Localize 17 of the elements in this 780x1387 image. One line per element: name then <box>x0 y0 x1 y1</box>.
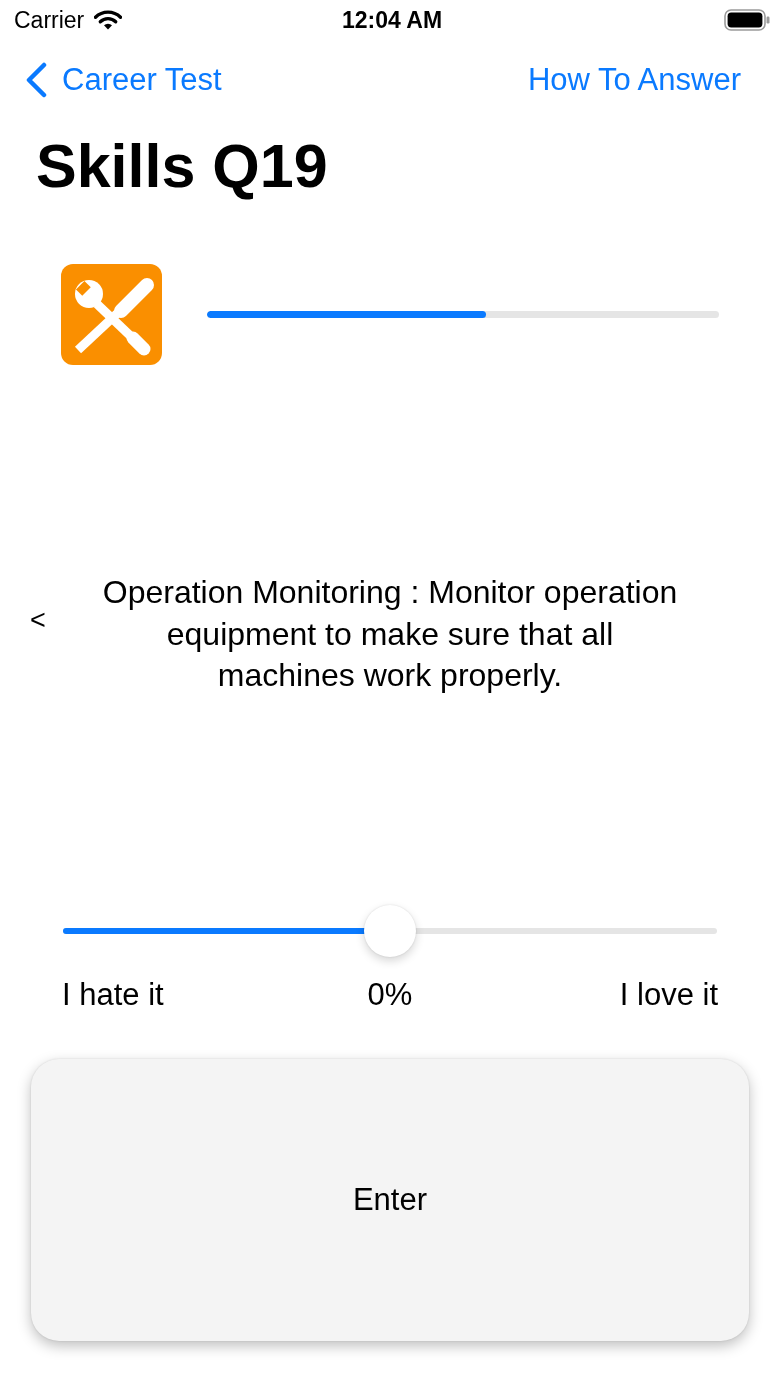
back-button[interactable]: Career Test <box>25 62 222 98</box>
max-label-text: I love it <box>619 976 718 1013</box>
wifi-icon <box>94 10 123 30</box>
time-text: 12:04 AM <box>341 6 443 34</box>
question-text: Operation Monitoring : Monitor operation equipment to make sure that all machines work properly. <box>101 573 679 695</box>
how-to-answer-link[interactable]: How To Answer <box>527 62 741 98</box>
rating-slider[interactable] <box>63 904 717 957</box>
enter-button[interactable]: Enter <box>31 1058 749 1341</box>
carrier-text: Carrier <box>14 6 85 34</box>
value-text: 0% <box>367 976 413 1013</box>
slider-thumb[interactable] <box>364 904 416 957</box>
min-label-text: I hate it <box>62 976 164 1013</box>
previous-button[interactable]: < <box>30 605 46 636</box>
page-title: Skills Q19 <box>36 131 329 201</box>
chevron-left-icon <box>25 62 47 98</box>
wrench-screwdriver-icon <box>61 264 162 365</box>
battery-icon <box>724 9 770 31</box>
